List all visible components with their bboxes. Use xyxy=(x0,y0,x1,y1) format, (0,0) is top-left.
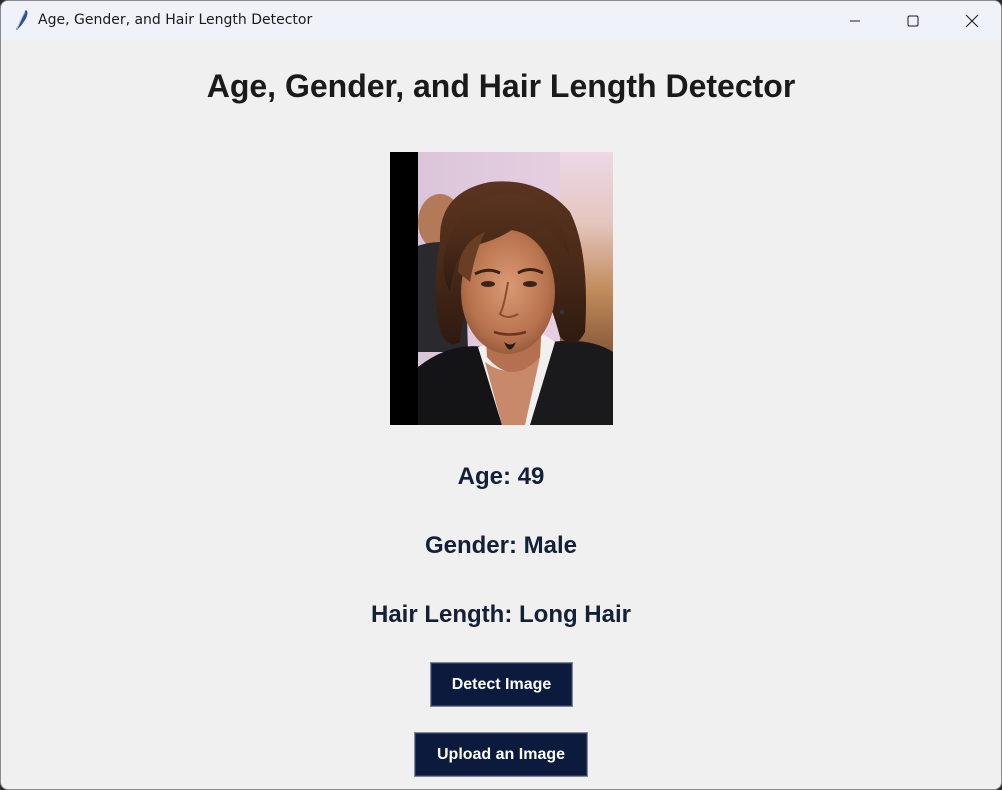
uploaded-photo xyxy=(390,152,613,425)
upload-image-button[interactable]: Upload an Image xyxy=(414,732,588,777)
detect-image-button[interactable]: Detect Image xyxy=(430,662,573,707)
hair-length-result: Hair Length: Long Hair xyxy=(371,601,631,628)
minimize-button[interactable] xyxy=(826,1,884,40)
app-window: Age, Gender, and Hair Length Detector Ag… xyxy=(0,0,1002,790)
title-bar[interactable]: Age, Gender, and Hair Length Detector xyxy=(1,1,1001,40)
age-result: Age: 49 xyxy=(457,463,545,490)
minimize-icon xyxy=(850,20,860,21)
main-content: Age, Gender, and Hair Length Detector Ag… xyxy=(1,40,1001,789)
close-button[interactable] xyxy=(943,1,1001,40)
maximize-icon xyxy=(907,15,919,26)
window-title: Age, Gender, and Hair Length Detector xyxy=(38,12,313,28)
gender-result: Gender: Male xyxy=(424,532,578,559)
maximize-button[interactable] xyxy=(884,1,942,40)
close-icon xyxy=(965,14,979,27)
feather-icon xyxy=(16,10,28,30)
page-title: Age, Gender, and Hair Length Detector xyxy=(206,68,796,104)
